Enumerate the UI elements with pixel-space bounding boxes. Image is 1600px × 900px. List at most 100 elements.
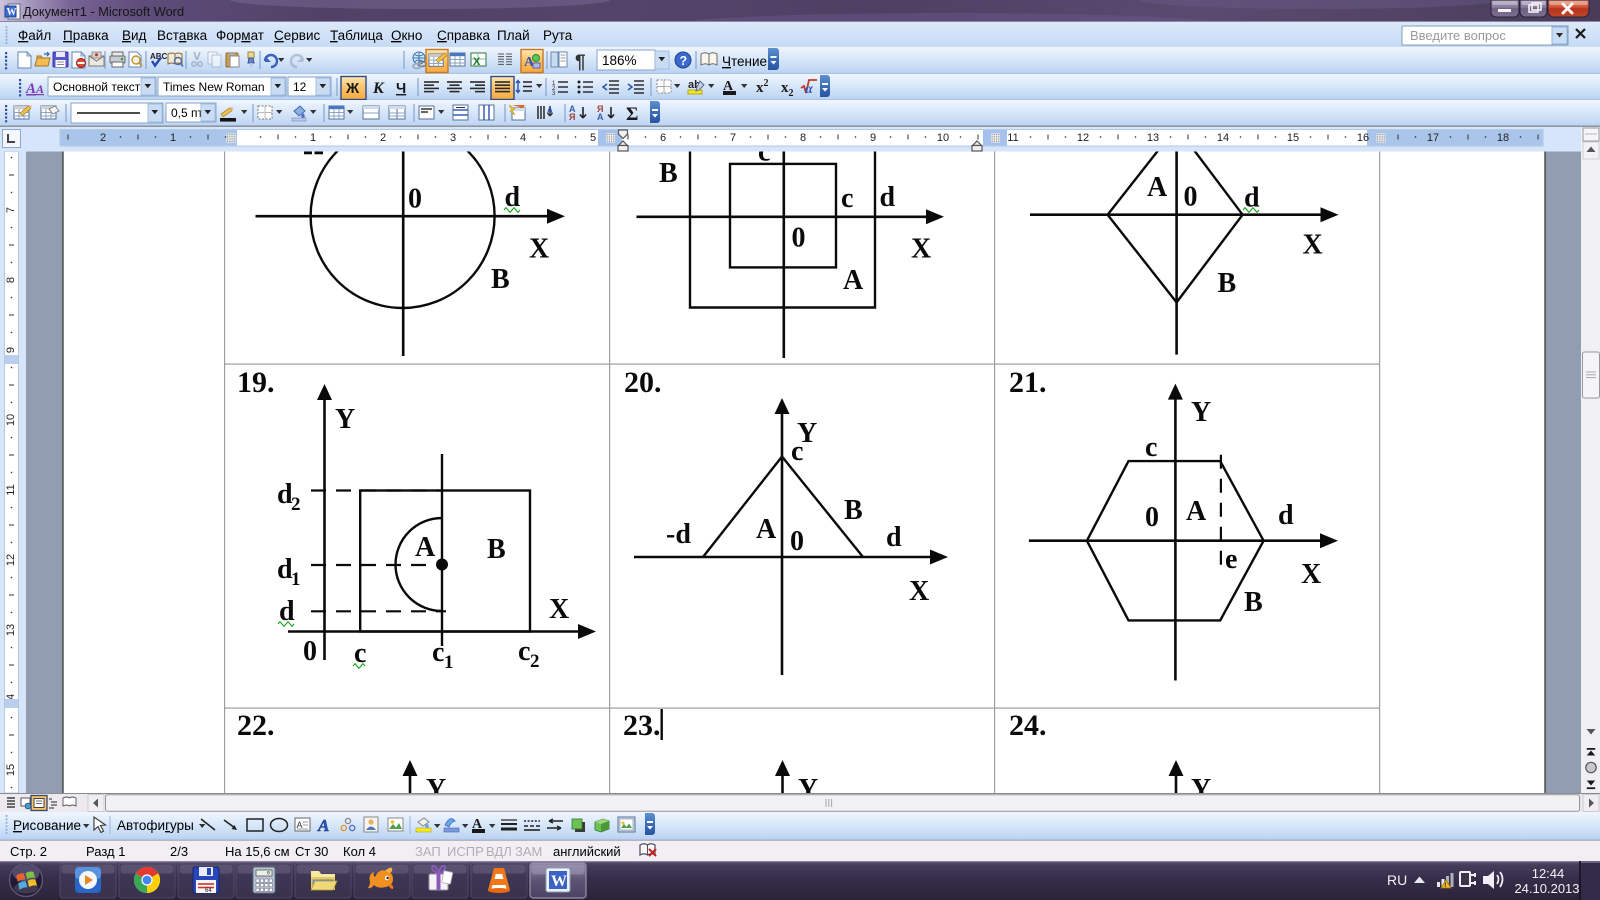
svg-text:0: 0: [790, 526, 804, 557]
svg-text:1: 1: [444, 652, 454, 673]
svg-text:2: 2: [380, 132, 386, 144]
svg-text:1: 1: [170, 132, 176, 144]
svg-text:Ж: Ж: [345, 81, 360, 97]
svg-text:ЗАП: ЗАП: [415, 844, 441, 859]
svg-text:А: А: [597, 112, 604, 122]
svg-text:16: 16: [1357, 132, 1369, 144]
svg-text:19.: 19.: [237, 366, 275, 399]
svg-text:12: 12: [293, 80, 307, 94]
svg-text:15: 15: [5, 764, 17, 776]
svg-text:0: 0: [408, 184, 422, 215]
svg-text:X: X: [909, 576, 929, 607]
svg-text:Документ1 - Microsoft Word: Документ1 - Microsoft Word: [23, 4, 184, 19]
svg-text:20.: 20.: [624, 366, 662, 399]
svg-text:0: 0: [267, 871, 270, 877]
svg-text:14: 14: [1217, 132, 1229, 144]
svg-text:2: 2: [100, 132, 106, 144]
svg-text:Окно: Окно: [391, 28, 422, 43]
svg-text:8: 8: [5, 277, 17, 283]
svg-text:A: A: [317, 816, 329, 835]
svg-text:W: W: [7, 7, 17, 18]
svg-text:A: A: [1186, 496, 1207, 527]
svg-text:5: 5: [590, 132, 596, 144]
svg-text:Формат: Формат: [216, 28, 264, 43]
svg-text:A: A: [1147, 172, 1168, 203]
svg-text:АА: АА: [25, 81, 44, 97]
svg-text:X: X: [529, 234, 549, 265]
svg-text:Чтение: Чтение: [722, 54, 767, 69]
svg-text:Я: Я: [569, 112, 575, 122]
svg-text:Times New Roman: Times New Roman: [163, 80, 265, 94]
svg-text:A: A: [547, 106, 553, 115]
svg-text:Введите вопрос: Введите вопрос: [1410, 28, 1506, 43]
svg-text:B: B: [1244, 587, 1263, 618]
svg-text:ИСПР: ИСПР: [447, 844, 484, 859]
svg-text:21.: 21.: [1009, 366, 1047, 399]
svg-text:c: c: [432, 637, 444, 668]
svg-text:Основной текст: Основной текст: [53, 80, 141, 94]
svg-text:Вид: Вид: [122, 28, 147, 43]
svg-text:186%: 186%: [602, 53, 637, 68]
svg-text:Ст 30: Ст 30: [295, 844, 328, 859]
svg-text:c: c: [1145, 432, 1157, 463]
svg-text:7: 7: [730, 132, 736, 144]
svg-text:13: 13: [1147, 132, 1159, 144]
svg-text:d: d: [880, 182, 896, 213]
svg-text:10: 10: [5, 414, 17, 426]
svg-text:Таблица: Таблица: [330, 28, 383, 43]
svg-text:2/3: 2/3: [170, 844, 188, 859]
svg-text:11: 11: [1007, 132, 1018, 144]
svg-text:0: 0: [792, 222, 806, 253]
svg-text:Вставка: Вставка: [157, 28, 208, 43]
svg-text:e: e: [1225, 544, 1237, 575]
svg-text:B: B: [491, 264, 510, 295]
svg-text:RU: RU: [1387, 872, 1407, 888]
svg-text:d: d: [1278, 500, 1294, 531]
svg-text:1: 1: [291, 569, 301, 590]
svg-text:Рисование: Рисование: [13, 818, 81, 833]
svg-text:0: 0: [303, 636, 317, 667]
svg-text:¶: ¶: [575, 52, 586, 73]
svg-text:6: 6: [660, 132, 666, 144]
svg-text:12: 12: [1077, 132, 1089, 144]
svg-text:Рута: Рута: [543, 28, 573, 43]
svg-text:?: ?: [680, 54, 688, 68]
svg-text:17: 17: [1427, 132, 1439, 144]
svg-text:Автофигуры: Автофигуры: [117, 818, 194, 833]
svg-text:2: 2: [530, 651, 540, 672]
svg-text:Файл: Файл: [18, 28, 51, 43]
svg-text:ЗАМ: ЗАМ: [515, 844, 542, 859]
svg-text:Y: Y: [1191, 397, 1211, 428]
svg-text:0: 0: [1184, 181, 1198, 212]
svg-text:Σ: Σ: [626, 104, 638, 125]
svg-text:2: 2: [291, 494, 301, 515]
svg-text:X: X: [473, 56, 481, 68]
svg-text:B: B: [659, 158, 678, 189]
svg-text:13: 13: [5, 624, 17, 636]
svg-text:15: 15: [1287, 132, 1299, 144]
svg-text:X: X: [549, 594, 569, 625]
svg-text:К: К: [372, 80, 385, 97]
svg-text:64: 64: [205, 888, 212, 894]
svg-text:Сервис: Сервис: [274, 28, 320, 43]
svg-text:B: B: [844, 495, 863, 526]
svg-text:1: 1: [310, 132, 316, 144]
svg-text:X: X: [1301, 559, 1321, 590]
svg-text:X: X: [1303, 230, 1323, 261]
svg-text:0,5 пт: 0,5 пт: [171, 106, 204, 120]
svg-text:Стр. 2: Стр. 2: [10, 844, 47, 859]
svg-text:B: B: [487, 534, 506, 565]
svg-text:7: 7: [5, 207, 17, 213]
svg-text:18: 18: [1497, 132, 1509, 144]
svg-text:B: B: [1218, 268, 1237, 299]
svg-text:3: 3: [450, 132, 456, 144]
svg-text:9: 9: [5, 347, 17, 353]
svg-text:24.10.2013: 24.10.2013: [1514, 881, 1579, 896]
svg-text:4: 4: [520, 132, 526, 144]
svg-text:Правка: Правка: [63, 28, 109, 43]
svg-text:A: A: [415, 532, 436, 563]
svg-text:c: c: [518, 636, 530, 667]
svg-text:11: 11: [5, 484, 17, 495]
svg-text:24.: 24.: [1009, 709, 1047, 742]
svg-text:22.: 22.: [237, 709, 275, 742]
